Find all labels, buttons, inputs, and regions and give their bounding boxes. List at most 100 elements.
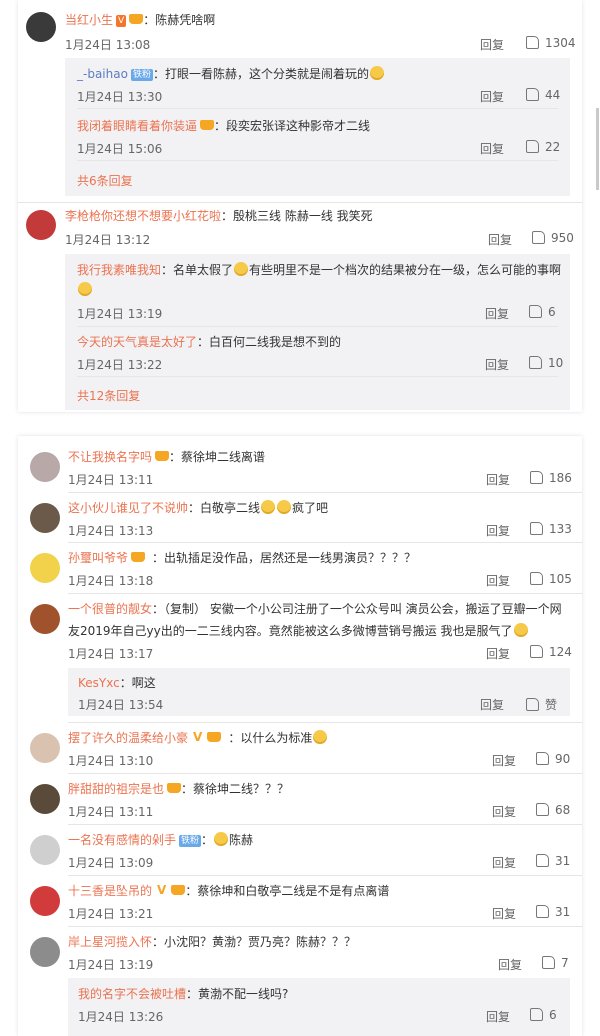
user-name[interactable]: 这小伙儿谁见了不说帅 bbox=[68, 501, 188, 515]
like-button[interactable]: 6 bbox=[529, 305, 556, 319]
like-button[interactable]: 31 bbox=[536, 905, 570, 919]
reply-button[interactable]: 回复 bbox=[498, 956, 522, 973]
comment-panel-1: 当红小生 V ：陈赫凭啥啊 1月24日 13:08 回复 1304 _-baihao… bbox=[18, 0, 582, 412]
divider bbox=[68, 492, 582, 493]
avatar[interactable] bbox=[30, 604, 60, 634]
view-more-replies-link[interactable]: 共6条回复 bbox=[77, 172, 133, 189]
divider bbox=[77, 160, 558, 161]
thumb-up-icon bbox=[536, 752, 549, 765]
comment-text: 友2019年自己yy出的一二三线内容。竟然能被这么多微博营销号搬运 我也是服气了 bbox=[68, 624, 513, 638]
thumb-up-icon bbox=[526, 140, 539, 153]
emoji-icon bbox=[513, 623, 528, 637]
avatar[interactable] bbox=[30, 937, 60, 967]
reply-line: _-baihao 铁粉 ：打眼一看陈赫，这个分类就是闹着玩的 bbox=[77, 66, 385, 82]
like-button[interactable]: 6 bbox=[530, 1008, 557, 1022]
avatar[interactable] bbox=[30, 784, 60, 814]
comment-line: 摆了许久的温柔给小豪 V ：以什么为标准 bbox=[68, 730, 328, 746]
reply-button[interactable]: 回复 bbox=[492, 752, 516, 769]
reply-button[interactable]: 回复 bbox=[486, 645, 510, 662]
scrollbar[interactable] bbox=[596, 108, 599, 190]
emoji-icon bbox=[234, 262, 249, 276]
user-name[interactable]: 不让我换名字吗 bbox=[68, 450, 152, 464]
reply-button[interactable]: 回复 bbox=[492, 854, 516, 871]
user-name[interactable]: 岸上星河揽入怀 bbox=[68, 935, 152, 949]
avatar[interactable] bbox=[30, 503, 60, 533]
like-button[interactable]: 105 bbox=[530, 572, 572, 586]
reply-thread: 我的名字不会被吐槽：黄渤不配一线吗? 1月24日 13:26 回复 6 bbox=[68, 978, 570, 1036]
user-name[interactable]: 当红小生 bbox=[65, 13, 113, 27]
user-name[interactable]: 我闭着眼睛看着你装逼 bbox=[77, 119, 197, 133]
avatar[interactable] bbox=[30, 733, 60, 763]
like-button[interactable]: 赞 bbox=[526, 696, 557, 713]
comment-text: 出轨插足没作品，居然还是一线男演员？？？？ bbox=[164, 551, 417, 565]
reply-button[interactable]: 回复 bbox=[492, 905, 516, 922]
comment-text: 殷桃三线 陈赫一线 我笑死 bbox=[233, 209, 373, 223]
avatar[interactable] bbox=[26, 210, 56, 240]
like-button[interactable]: 124 bbox=[530, 645, 572, 659]
user-name[interactable]: 一个很普的靓女 bbox=[68, 602, 152, 616]
vip-crown-icon bbox=[171, 885, 186, 895]
reply-button[interactable]: 回复 bbox=[486, 1008, 510, 1025]
comment-text: 蔡徐坤二线？？？ bbox=[193, 782, 290, 796]
reply-text: 黄渤不配一线吗? bbox=[198, 987, 289, 1001]
user-name[interactable]: KesYxc bbox=[78, 676, 120, 690]
divider bbox=[68, 824, 582, 825]
thumb-up-icon bbox=[526, 698, 539, 711]
user-name[interactable]: 我的名字不会被吐槽 bbox=[78, 987, 186, 1001]
reply-button[interactable]: 回复 bbox=[485, 356, 509, 373]
reply-button[interactable]: 回复 bbox=[486, 471, 510, 488]
like-button[interactable]: 1304 bbox=[526, 36, 576, 50]
timestamp: 1月24日 13:21 bbox=[68, 907, 154, 921]
reply-button[interactable]: 回复 bbox=[492, 803, 516, 820]
like-button[interactable]: 90 bbox=[536, 752, 570, 766]
avatar[interactable] bbox=[26, 12, 56, 42]
reply-text: 有些明里不是一个档次的结果被分在一级，怎么可能的事啊 bbox=[249, 263, 562, 277]
reply-button[interactable]: 回复 bbox=[480, 88, 504, 105]
reply-text: 啊这 bbox=[131, 676, 156, 690]
reply-line: KesYxc：啊这 bbox=[78, 676, 156, 690]
view-more-replies-link[interactable]: 共12条回复 bbox=[77, 387, 140, 404]
user-name[interactable]: 十三香是坠吊的 bbox=[68, 884, 152, 898]
like-button[interactable]: 22 bbox=[526, 140, 560, 154]
fan-badge: 铁粉 bbox=[179, 835, 202, 847]
like-button[interactable]: 186 bbox=[530, 471, 572, 485]
avatar[interactable] bbox=[30, 452, 60, 482]
reply-button[interactable]: 回复 bbox=[488, 231, 512, 248]
like-button[interactable]: 133 bbox=[530, 522, 572, 536]
reply-button[interactable]: 回复 bbox=[486, 572, 510, 589]
avatar[interactable] bbox=[30, 835, 60, 865]
user-name[interactable]: 摆了许久的温柔给小豪 bbox=[68, 731, 188, 745]
like-button[interactable]: 950 bbox=[532, 231, 574, 245]
comment-line: 一个很普的靓女：（复制） 安徽一个小公司注册了一个公众号叫 演员公会，搬运了豆瓣… bbox=[68, 602, 562, 616]
emoji-icon bbox=[214, 832, 229, 846]
comment-text: （复制） 安徽一个小公司注册了一个公众号叫 演员公会，搬运了豆瓣一个网 bbox=[164, 602, 562, 616]
like-button[interactable]: 44 bbox=[526, 88, 560, 102]
thumb-up-icon bbox=[530, 1008, 543, 1021]
user-name[interactable]: 李枪枪你还想不想要小红花啦 bbox=[65, 209, 221, 223]
user-name[interactable]: 胖甜甜的祖宗是也 bbox=[68, 782, 164, 796]
reply-button[interactable]: 回复 bbox=[480, 696, 504, 713]
user-name[interactable]: _-baihao bbox=[77, 67, 128, 81]
emoji-icon bbox=[78, 282, 92, 296]
like-button[interactable]: 7 bbox=[542, 956, 569, 970]
user-name[interactable]: 孙璽叫爷爷 bbox=[68, 551, 128, 565]
user-name[interactable]: 今天的天气真是太好了 bbox=[77, 335, 197, 349]
comment-text: 蔡徐坤和白敬亭二线是不是有点离谱 bbox=[197, 884, 390, 898]
user-name[interactable]: 我行我素唯我知 bbox=[77, 263, 161, 277]
thumb-up-icon bbox=[529, 305, 542, 318]
timestamp: 1月24日 13:18 bbox=[68, 574, 154, 588]
reply-button[interactable]: 回复 bbox=[485, 305, 509, 322]
like-button[interactable]: 68 bbox=[536, 803, 570, 817]
user-name[interactable]: 一名没有感情的剁手 bbox=[68, 833, 176, 847]
avatar[interactable] bbox=[30, 886, 60, 916]
like-button[interactable]: 10 bbox=[529, 356, 563, 370]
reply-button[interactable]: 回复 bbox=[480, 36, 504, 53]
reply-thread: _-baihao 铁粉 ：打眼一看陈赫，这个分类就是闹着玩的 1月24日 13:30… bbox=[65, 58, 570, 196]
avatar[interactable] bbox=[30, 553, 60, 583]
timestamp: 1月24日 13:11 bbox=[68, 473, 154, 487]
divider bbox=[77, 326, 558, 327]
comment-text: 蔡徐坤二线离谱 bbox=[181, 450, 266, 464]
reply-button[interactable]: 回复 bbox=[486, 522, 510, 539]
like-button[interactable]: 31 bbox=[536, 854, 570, 868]
reply-button[interactable]: 回复 bbox=[480, 140, 504, 157]
